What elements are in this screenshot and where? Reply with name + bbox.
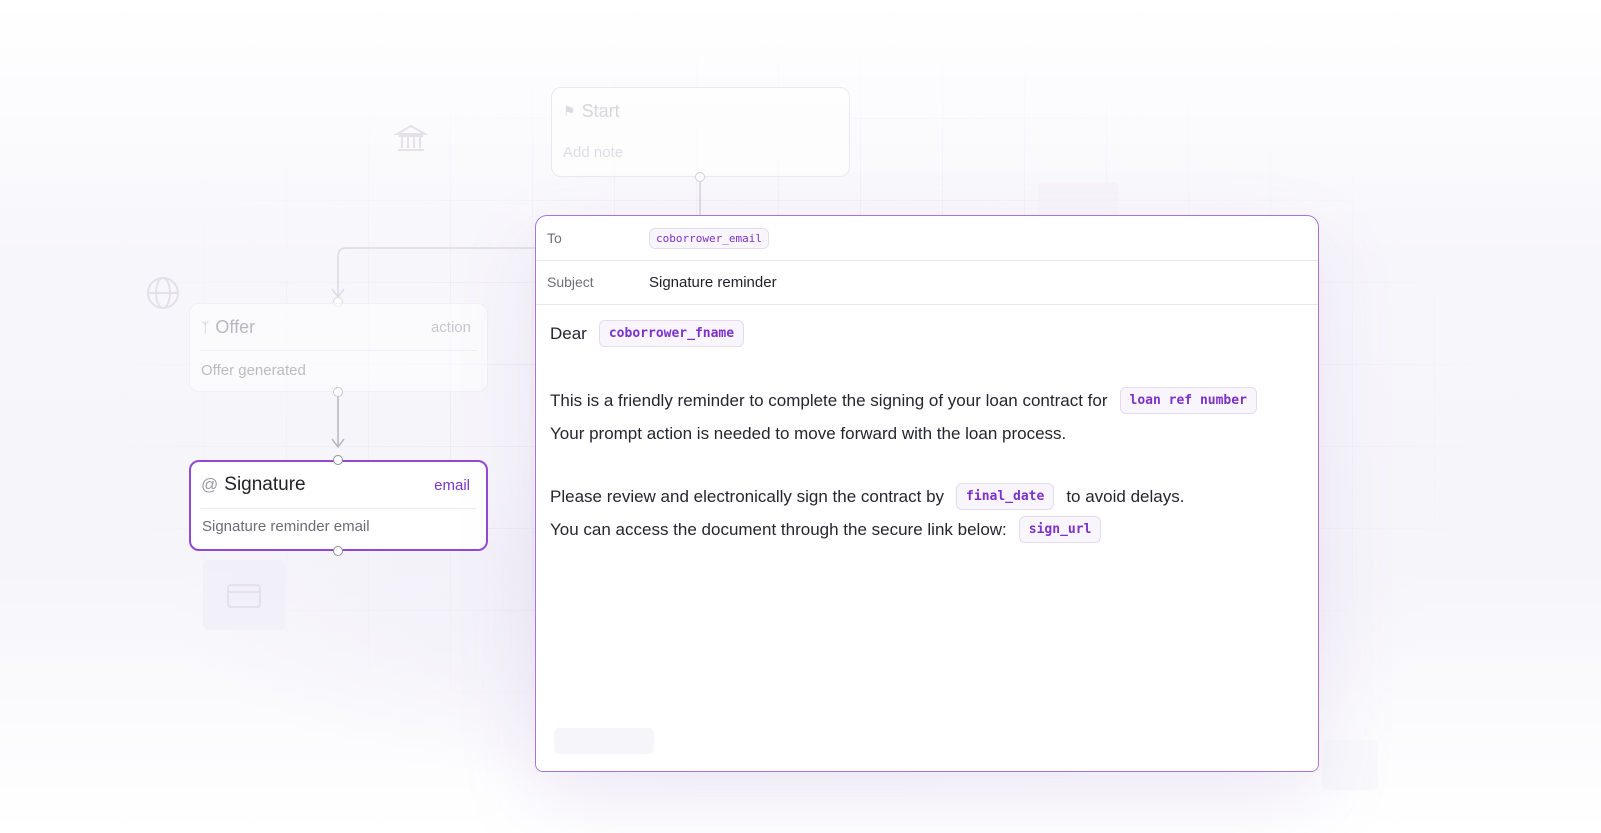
offer-node[interactable]: ᛉ Offer action Offer generated <box>189 303 488 392</box>
body-text: Please review and electronically sign th… <box>550 486 945 506</box>
offer-output-handle[interactable] <box>333 387 343 397</box>
node-note: Offer generated <box>201 362 306 379</box>
body-text: Dear <box>550 323 587 343</box>
variable-chip[interactable]: final_date <box>956 483 1055 510</box>
to-field[interactable]: To coborrower_email <box>536 216 1318 261</box>
signature-node[interactable]: @ Signature email Signature reminder ema… <box>189 460 488 551</box>
node-title: Offer <box>215 316 256 337</box>
start-output-handle[interactable] <box>695 172 705 182</box>
node-type-tag: action <box>430 318 471 336</box>
node-note: Signature reminder email <box>202 518 370 535</box>
node-title: Start <box>581 100 620 121</box>
signature-output-handle[interactable] <box>333 546 343 556</box>
email-editor-panel: To coborrower_email Subject Signature re… <box>535 215 1319 772</box>
node-title: Signature <box>224 474 306 495</box>
at-icon: @ <box>201 475 219 494</box>
subject-label: Subject <box>547 274 594 290</box>
to-label: To <box>547 230 562 246</box>
body-text: This is a friendly reminder to complete … <box>550 390 1108 410</box>
subject-input[interactable]: Signature reminder <box>649 274 777 291</box>
body-line: You can access the document through the … <box>550 516 1102 543</box>
subject-field[interactable]: Subject Signature reminder <box>536 260 1318 305</box>
signature-input-handle[interactable] <box>333 455 343 465</box>
variable-chip[interactable]: loan ref number <box>1119 387 1257 414</box>
body-text: Your prompt action is needed to move for… <box>550 424 1067 443</box>
body-text: to avoid delays. <box>1066 486 1185 506</box>
branch-icon: ᛉ <box>201 319 210 335</box>
variable-chip[interactable]: coborrower_fname <box>598 320 745 347</box>
start-node[interactable]: ⚑ Start Add note <box>551 87 850 177</box>
body-text: You can access the document through the … <box>550 519 1007 539</box>
body-line: Your prompt action is needed to move for… <box>550 424 1066 444</box>
node-type-tag: email <box>434 476 470 494</box>
workflow-canvas[interactable]: ⚑ Start Add note ᛉ Offer action Offer ge… <box>0 0 1601 833</box>
variable-chip[interactable]: sign_url <box>1018 516 1102 543</box>
to-variable-chip[interactable]: coborrower_email <box>649 227 769 249</box>
body-line: Dear coborrower_fname <box>550 320 745 347</box>
body-line: This is a friendly reminder to complete … <box>550 387 1257 414</box>
add-note-field[interactable]: Add note <box>552 134 849 172</box>
body-line: Please review and electronically sign th… <box>550 483 1184 510</box>
attachment-button[interactable] <box>554 728 654 754</box>
flag-icon: ⚑ <box>563 102 576 119</box>
